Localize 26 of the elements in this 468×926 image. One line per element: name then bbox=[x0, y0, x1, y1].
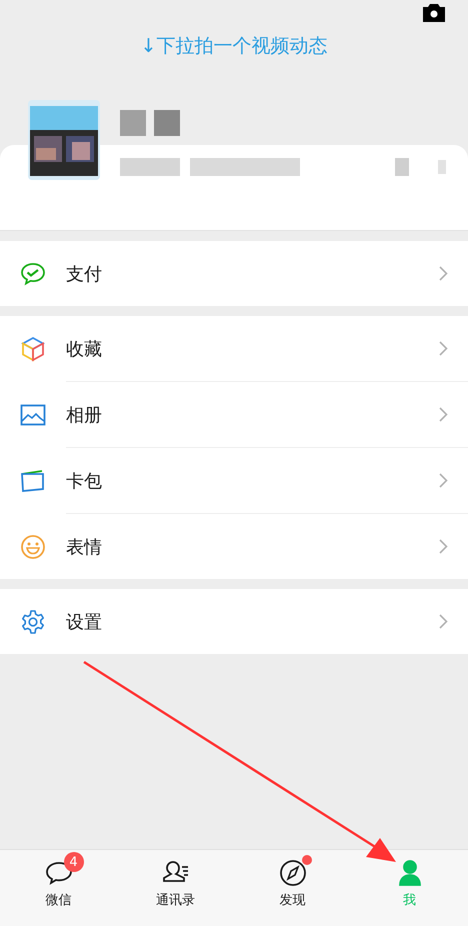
cube-icon bbox=[20, 336, 46, 362]
image-icon bbox=[20, 404, 46, 426]
menu-item[interactable]: 相册 bbox=[0, 382, 468, 447]
menu-item[interactable]: 支付 bbox=[0, 241, 468, 306]
compass-icon bbox=[278, 858, 308, 888]
tab[interactable]: 发现 bbox=[234, 850, 351, 926]
settings-icon bbox=[20, 608, 46, 634]
unread-badge: 4 bbox=[64, 852, 84, 872]
menu-item[interactable]: 设置 bbox=[0, 589, 468, 654]
camera-icon[interactable] bbox=[422, 3, 446, 23]
tab[interactable]: 4 微信 bbox=[0, 850, 117, 926]
chevron-icon bbox=[439, 266, 448, 281]
wallet-check-icon bbox=[20, 262, 46, 286]
chevron-icon bbox=[439, 539, 448, 554]
chevron-icon bbox=[439, 473, 448, 488]
smiley-icon bbox=[20, 534, 46, 560]
pull-down-hint: ↓下拉拍一个视频动态 bbox=[140, 34, 328, 59]
menu-item[interactable]: 表情 bbox=[0, 514, 468, 579]
chevron-icon bbox=[439, 341, 448, 356]
chevron-icon bbox=[439, 407, 448, 422]
card-icon bbox=[20, 468, 46, 492]
menu-item[interactable]: 收藏 bbox=[0, 316, 468, 381]
chevron-icon bbox=[439, 614, 448, 629]
menu-item[interactable]: 卡包 bbox=[0, 448, 468, 513]
tab[interactable]: 通讯录 bbox=[117, 850, 234, 926]
redacted-name bbox=[120, 110, 180, 136]
